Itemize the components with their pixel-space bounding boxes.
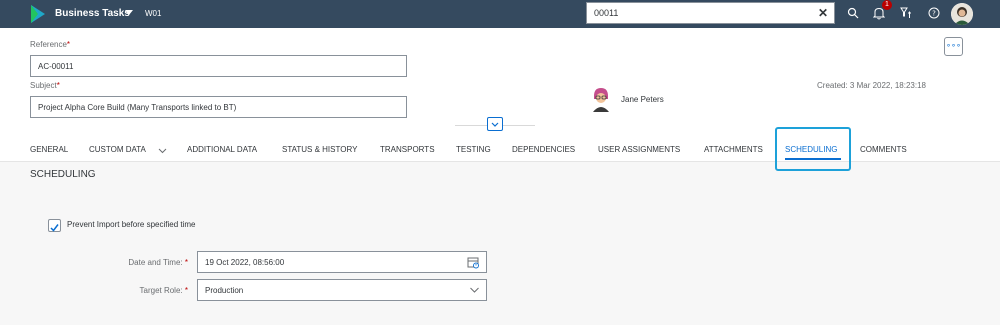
person-name: Jane Peters	[621, 95, 664, 104]
sap-logo-icon[interactable]	[31, 5, 45, 23]
date-time-label: Date and Time: *	[128, 258, 188, 267]
search-value: 00011	[594, 8, 619, 18]
tab-additional-data[interactable]: ADDITIONAL DATA	[187, 145, 257, 154]
svg-text:?: ?	[932, 10, 936, 18]
close-icon[interactable]: ✕	[818, 6, 828, 20]
chevron-down-icon[interactable]	[125, 10, 133, 16]
date-time-value: 19 Oct 2022, 08:56:00	[205, 258, 285, 267]
search-input[interactable]: 00011 ✕	[586, 2, 835, 24]
chevron-down-icon	[491, 122, 499, 127]
filter-icon[interactable]	[900, 7, 912, 19]
shell-bar: Business Tasks W01 00011 ✕ 1 ?	[0, 0, 1000, 28]
notification-badge: 1	[882, 0, 892, 10]
target-role-select[interactable]: Production	[197, 279, 487, 301]
collapse-header-button[interactable]	[487, 117, 503, 131]
prevent-import-checkbox[interactable]	[48, 219, 61, 232]
tab-status-history[interactable]: STATUS & HISTORY	[282, 145, 357, 154]
target-role-value: Production	[205, 286, 244, 295]
calendar-icon[interactable]	[467, 256, 480, 269]
tab-comments[interactable]: COMMENTS	[860, 145, 907, 154]
tab-custom-data[interactable]: CUSTOM DATA	[89, 145, 146, 154]
created-timestamp: Created: 3 Mar 2022, 18:23:18	[817, 81, 926, 90]
target-role-label: Target Role: *	[139, 286, 189, 295]
date-time-picker[interactable]: 19 Oct 2022, 08:56:00	[197, 251, 487, 273]
tab-user-assignments[interactable]: USER ASSIGNMENTS	[598, 145, 680, 154]
section-title: SCHEDULING	[30, 169, 96, 180]
app-title[interactable]: Business Tasks	[55, 8, 130, 19]
tab-testing[interactable]: TESTING	[456, 145, 491, 154]
tab-transports[interactable]: TRANSPORTS	[380, 145, 435, 154]
search-icon[interactable]	[847, 7, 859, 19]
checkmark-icon	[50, 224, 59, 232]
help-icon[interactable]: ?	[928, 7, 940, 19]
tab-attachments[interactable]: ATTACHMENTS	[704, 145, 763, 154]
subject-label: Subject*	[30, 81, 60, 90]
tab-dependencies[interactable]: DEPENDENCIES	[512, 145, 575, 154]
chevron-down-icon[interactable]	[158, 148, 167, 154]
system-id: W01	[145, 9, 162, 18]
tab-general[interactable]: GENERAL	[30, 145, 68, 154]
prevent-import-label: Prevent Import before specified time	[67, 220, 196, 229]
subject-field[interactable]: Project Alpha Core Build (Many Transport…	[30, 96, 407, 118]
reference-field[interactable]: AC-00011	[30, 55, 407, 77]
more-options-button[interactable]: ∘∘∘	[944, 37, 963, 56]
reference-label: Reference*	[30, 40, 71, 49]
person-avatar	[593, 88, 609, 112]
tab-highlight-box	[775, 127, 851, 171]
chevron-down-icon[interactable]	[469, 286, 480, 294]
user-avatar[interactable]	[951, 3, 973, 25]
